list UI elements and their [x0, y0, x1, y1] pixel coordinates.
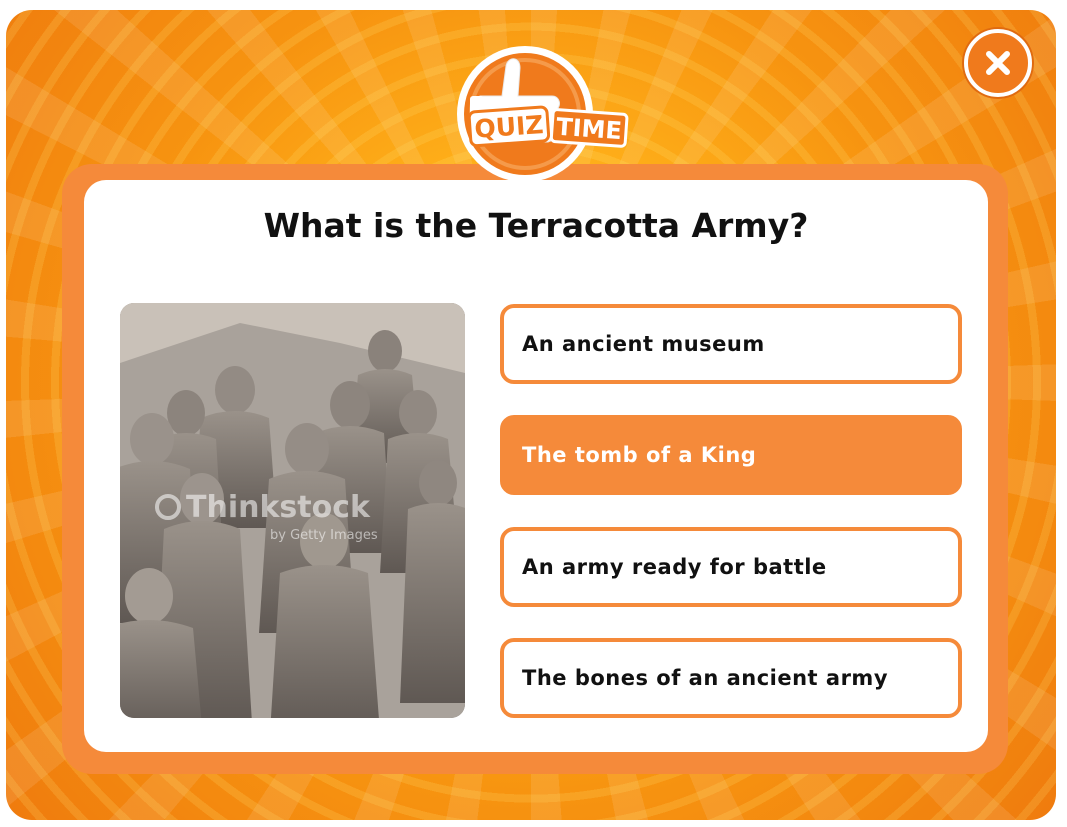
terracotta-warriors-illustration: Thinkstock by Getty Images	[120, 303, 465, 718]
badge-word-time: TIME	[555, 113, 622, 146]
watermark-text: Thinkstock	[186, 490, 371, 525]
answer-option-2[interactable]: The tomb of a King	[500, 415, 962, 495]
watermark-subtext: by Getty Images	[270, 528, 378, 543]
question-text: What is the Terracotta Army?	[263, 206, 809, 245]
close-button[interactable]	[964, 29, 1032, 97]
badge-word-quiz: QUIZ	[474, 110, 545, 144]
answer-option-4[interactable]: The bones of an ancient army	[500, 638, 962, 718]
quiz-time-badge: QUIZ TIME	[457, 46, 629, 182]
answer-option-3[interactable]: An army ready for battle	[500, 527, 962, 607]
answer-option-1[interactable]: An ancient museum	[500, 304, 962, 384]
close-icon	[986, 51, 1010, 75]
question-image: Thinkstock by Getty Images	[120, 303, 465, 718]
